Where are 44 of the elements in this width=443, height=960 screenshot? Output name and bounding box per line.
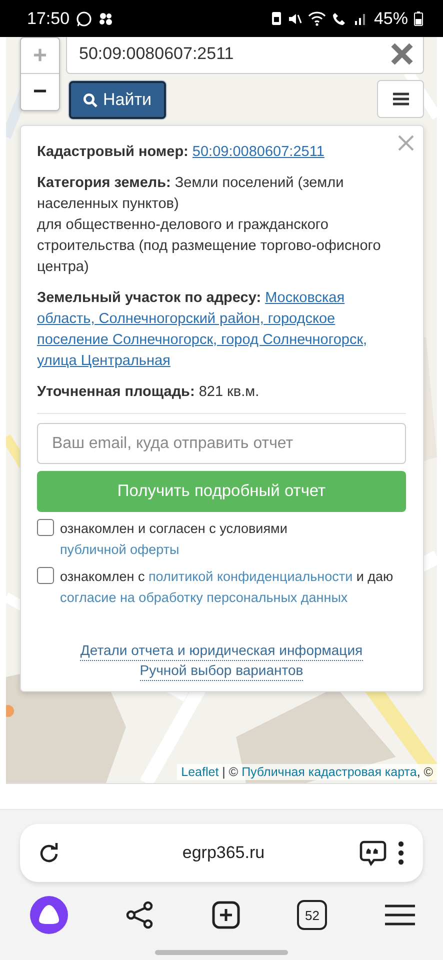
- footer-link[interactable]: Ручной выбор вариантов: [140, 661, 304, 681]
- new-tab-icon[interactable]: [212, 901, 240, 929]
- wifi-icon: [308, 11, 326, 26]
- reload-icon[interactable]: [38, 842, 60, 864]
- info-field: Категория земель: Земли поселений (земли населенных пунктов) для общественно-делового и гражданского строительства (под размещение торгово-офисного центра): [37, 173, 406, 278]
- zoom-out-button[interactable]: −: [21, 74, 59, 110]
- signal-icon: [354, 12, 368, 26]
- battery-level: 45%: [374, 8, 408, 28]
- map-attribution: Leaflet | © Публичная кадастровая карта, ©: [177, 764, 437, 780]
- email-field[interactable]: Ваш email, куда отправить отчет: [37, 423, 406, 464]
- info-field: Кадастровый номер: 50:09:0080607:2511: [37, 142, 406, 163]
- search-field[interactable]: 50:09:0080607:2511: [66, 37, 424, 74]
- dots-icon: [98, 12, 114, 26]
- find-button[interactable]: Найти: [69, 81, 166, 119]
- consent-text: ознакомлен с политикой конфиденциальности и даю согласие на обработку персональных данных: [60, 568, 394, 607]
- address-bar[interactable]: egrp365.ru: [20, 824, 423, 882]
- menu-icon[interactable]: [385, 904, 415, 926]
- share-icon[interactable]: [126, 901, 154, 929]
- checkbox[interactable]: [37, 567, 54, 584]
- battery-icon: [414, 11, 423, 26]
- tabs-button[interactable]: 52: [297, 900, 328, 930]
- footer-link[interactable]: Детали отчета и юридическая информация: [80, 641, 363, 661]
- attribution-link[interactable]: Публичная кадастровая карта: [242, 765, 417, 779]
- clear-icon[interactable]: [390, 42, 414, 66]
- consent-link[interactable]: согласие на обработку персональных данных: [60, 590, 348, 605]
- more-icon[interactable]: [397, 840, 405, 866]
- menu-icon[interactable]: [392, 92, 408, 106]
- clock: 17:50: [27, 8, 70, 28]
- menu-button[interactable]: [377, 80, 424, 118]
- url-text: egrp365.ru: [181, 843, 266, 863]
- consent-text: ознакомлен и согласен с условиями публичной оферты: [60, 520, 288, 559]
- quote-icon[interactable]: [359, 840, 387, 866]
- call-icon: [332, 11, 348, 26]
- sim-icon: [270, 11, 282, 26]
- info-field: Земельный участок по адресу: Московская область, Солнечногорский район, городское поселение Солнечногорск, город Солнечногорск, улица Центральная: [37, 288, 406, 372]
- search-icon[interactable]: [83, 92, 98, 108]
- mute-icon: [288, 12, 302, 26]
- consent-link[interactable]: политикой конфиденциальности: [148, 569, 353, 584]
- checkbox[interactable]: [37, 519, 54, 536]
- info-field: Уточненная площадь: 821 кв.м.: [37, 382, 406, 403]
- consent-link[interactable]: публичной оферты: [60, 542, 180, 557]
- attribution-link[interactable]: Leaflet: [181, 765, 219, 779]
- chat-icon: [76, 10, 92, 26]
- assistant-icon[interactable]: [30, 896, 68, 934]
